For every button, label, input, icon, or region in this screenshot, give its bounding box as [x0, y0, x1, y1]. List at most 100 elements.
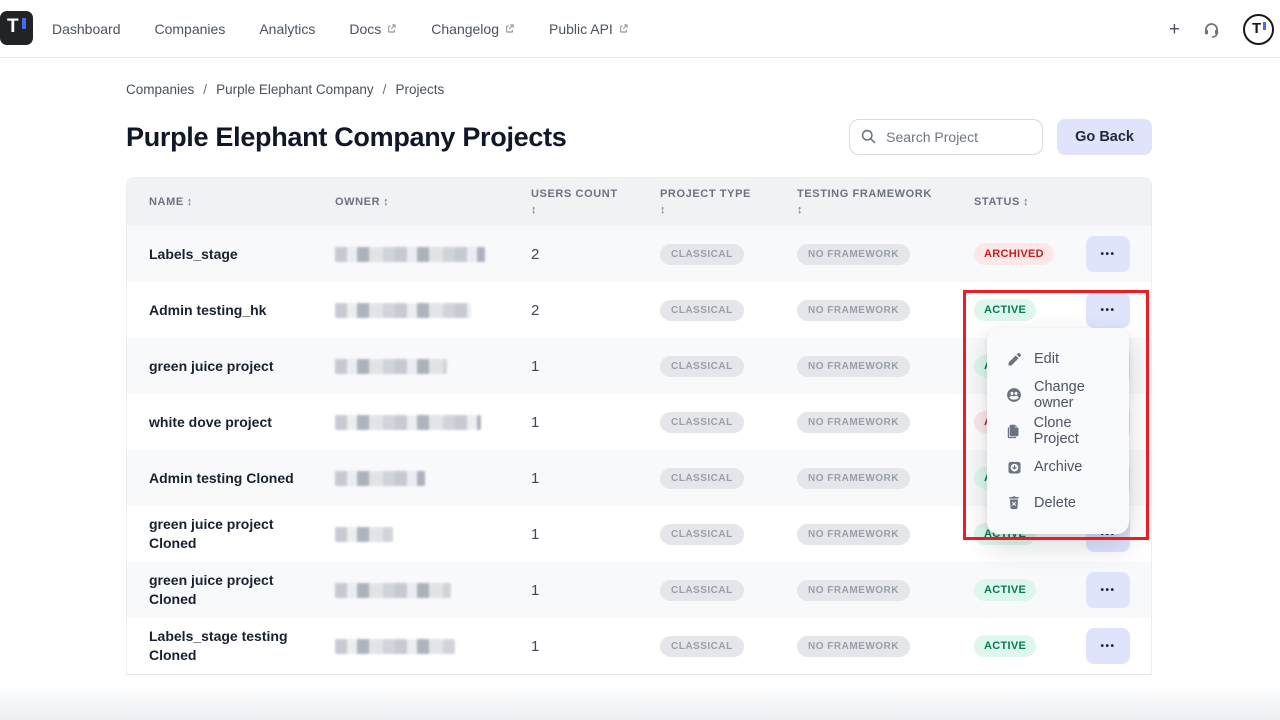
column-header-testing-framework[interactable]: TESTING FRAMEWORK↕: [797, 186, 974, 219]
testing-framework-badge: NO FRAMEWORK: [797, 412, 910, 433]
nav-item-companies[interactable]: Companies: [155, 21, 226, 37]
clone-copy-icon: [1005, 423, 1023, 440]
column-header-status[interactable]: STATUS↕: [974, 194, 1086, 211]
users-count: 2: [531, 246, 660, 263]
status-badge: ACTIVE: [974, 299, 1036, 321]
breadcrumb-separator: /: [203, 82, 207, 97]
users-count: 1: [531, 358, 660, 375]
title-actions: Go Back: [849, 119, 1152, 155]
redacted-owner: [335, 247, 485, 262]
go-back-button[interactable]: Go Back: [1057, 119, 1152, 155]
menu-item-delete[interactable]: Delete: [987, 485, 1129, 521]
status-badge: ACTIVE: [974, 579, 1036, 601]
logo-tick-icon: [22, 18, 26, 29]
menu-item-clone-project[interactable]: Clone Project: [987, 413, 1129, 449]
redacted-owner: [335, 303, 471, 318]
redacted-owner: [335, 583, 451, 598]
table-row: green juice project Cloned 1 CLASSICAL N…: [127, 562, 1151, 618]
nav-item-dashboard[interactable]: Dashboard: [52, 21, 121, 37]
menu-item-archive[interactable]: Archive: [987, 449, 1129, 485]
project-owner: [335, 471, 531, 486]
project-type-badge: CLASSICAL: [660, 636, 744, 657]
page-title: Purple Elephant Company Projects: [126, 122, 567, 153]
row-actions-button[interactable]: •••: [1086, 628, 1130, 664]
row-actions-button[interactable]: •••: [1086, 572, 1130, 608]
change-owner-users-icon: [1005, 386, 1023, 404]
external-link-icon: [504, 23, 515, 34]
testing-framework-badge: NO FRAMEWORK: [797, 468, 910, 489]
table-row: Labels_stage 2 CLASSICAL NO FRAMEWORK AR…: [127, 226, 1151, 282]
project-owner: [335, 359, 531, 374]
nav-items: Dashboard Companies Analytics Docs Chang…: [52, 21, 629, 37]
project-name: Labels_stage testing Cloned: [127, 618, 335, 674]
top-nav: T Dashboard Companies Analytics Docs Cha…: [0, 0, 1280, 58]
users-count: 2: [531, 302, 660, 319]
status-badge: ACTIVE: [974, 635, 1036, 657]
menu-item-edit[interactable]: Edit: [987, 341, 1129, 377]
nav-item-changelog[interactable]: Changelog: [431, 21, 515, 37]
redacted-owner: [335, 359, 447, 374]
search-input[interactable]: [849, 119, 1043, 155]
bottom-fade: [0, 686, 1280, 720]
breadcrumb-projects[interactable]: Projects: [395, 82, 444, 97]
testing-framework-badge: NO FRAMEWORK: [797, 524, 910, 545]
external-link-icon: [386, 23, 397, 34]
row-actions-button[interactable]: •••: [1086, 236, 1130, 272]
sort-icon: ↕: [797, 202, 946, 219]
avatar-logo-tick-icon: [1263, 22, 1266, 30]
trash-icon: [1005, 495, 1023, 511]
external-link-icon: [618, 23, 629, 34]
column-header-users-count[interactable]: USERS COUNT↕: [531, 186, 660, 219]
app-logo[interactable]: T: [0, 11, 33, 45]
sort-icon: ↕: [531, 202, 632, 219]
user-avatar[interactable]: T: [1243, 14, 1274, 45]
row-context-menu: Edit Change owner Clone Project Archive …: [987, 328, 1129, 534]
column-header-project-type[interactable]: PROJECT TYPE↕: [660, 186, 797, 219]
search-icon: [860, 128, 877, 150]
redacted-owner: [335, 415, 481, 430]
nav-item-docs[interactable]: Docs: [349, 21, 397, 37]
project-owner: [335, 527, 531, 542]
project-name: Admin testing_hk: [127, 292, 335, 329]
testing-framework-badge: NO FRAMEWORK: [797, 636, 910, 657]
project-name: white dove project: [127, 404, 335, 441]
redacted-owner: [335, 639, 455, 654]
project-name: green juice project Cloned: [127, 506, 335, 562]
project-type-badge: CLASSICAL: [660, 244, 744, 265]
table-header: NAME↕ OWNER↕ USERS COUNT↕ PROJECT TYPE↕ …: [127, 178, 1151, 226]
redacted-owner: [335, 527, 393, 542]
testing-framework-badge: NO FRAMEWORK: [797, 356, 910, 377]
nav-item-public-api[interactable]: Public API: [549, 21, 629, 37]
project-type-badge: CLASSICAL: [660, 300, 744, 321]
project-type-badge: CLASSICAL: [660, 356, 744, 377]
add-button[interactable]: +: [1169, 20, 1180, 39]
project-type-badge: CLASSICAL: [660, 412, 744, 433]
project-type-badge: CLASSICAL: [660, 524, 744, 545]
breadcrumb-separator: /: [383, 82, 387, 97]
sort-icon: ↕: [1023, 196, 1029, 208]
menu-item-change-owner[interactable]: Change owner: [987, 377, 1129, 413]
testing-framework-badge: NO FRAMEWORK: [797, 300, 910, 321]
project-name: Admin testing Cloned: [127, 460, 335, 497]
project-owner: [335, 639, 531, 654]
logo-letter: T: [7, 16, 19, 38]
project-name: Labels_stage: [127, 236, 335, 273]
column-header-name[interactable]: NAME↕: [127, 194, 335, 211]
breadcrumb-companies[interactable]: Companies: [126, 82, 194, 97]
users-count: 1: [531, 470, 660, 487]
users-count: 1: [531, 414, 660, 431]
archive-icon: [1005, 459, 1023, 476]
breadcrumb-company[interactable]: Purple Elephant Company: [216, 82, 374, 97]
support-headset-icon[interactable]: [1202, 20, 1221, 39]
users-count: 1: [531, 526, 660, 543]
column-header-owner[interactable]: OWNER↕: [335, 194, 531, 211]
project-owner: [335, 247, 531, 262]
project-owner: [335, 303, 531, 318]
project-type-badge: CLASSICAL: [660, 580, 744, 601]
testing-framework-badge: NO FRAMEWORK: [797, 244, 910, 265]
nav-item-analytics[interactable]: Analytics: [259, 21, 315, 37]
project-name: green juice project Cloned: [127, 562, 335, 618]
row-actions-button[interactable]: •••: [1086, 292, 1130, 328]
search-wrap: [849, 119, 1043, 155]
status-badge: ARCHIVED: [974, 243, 1054, 265]
